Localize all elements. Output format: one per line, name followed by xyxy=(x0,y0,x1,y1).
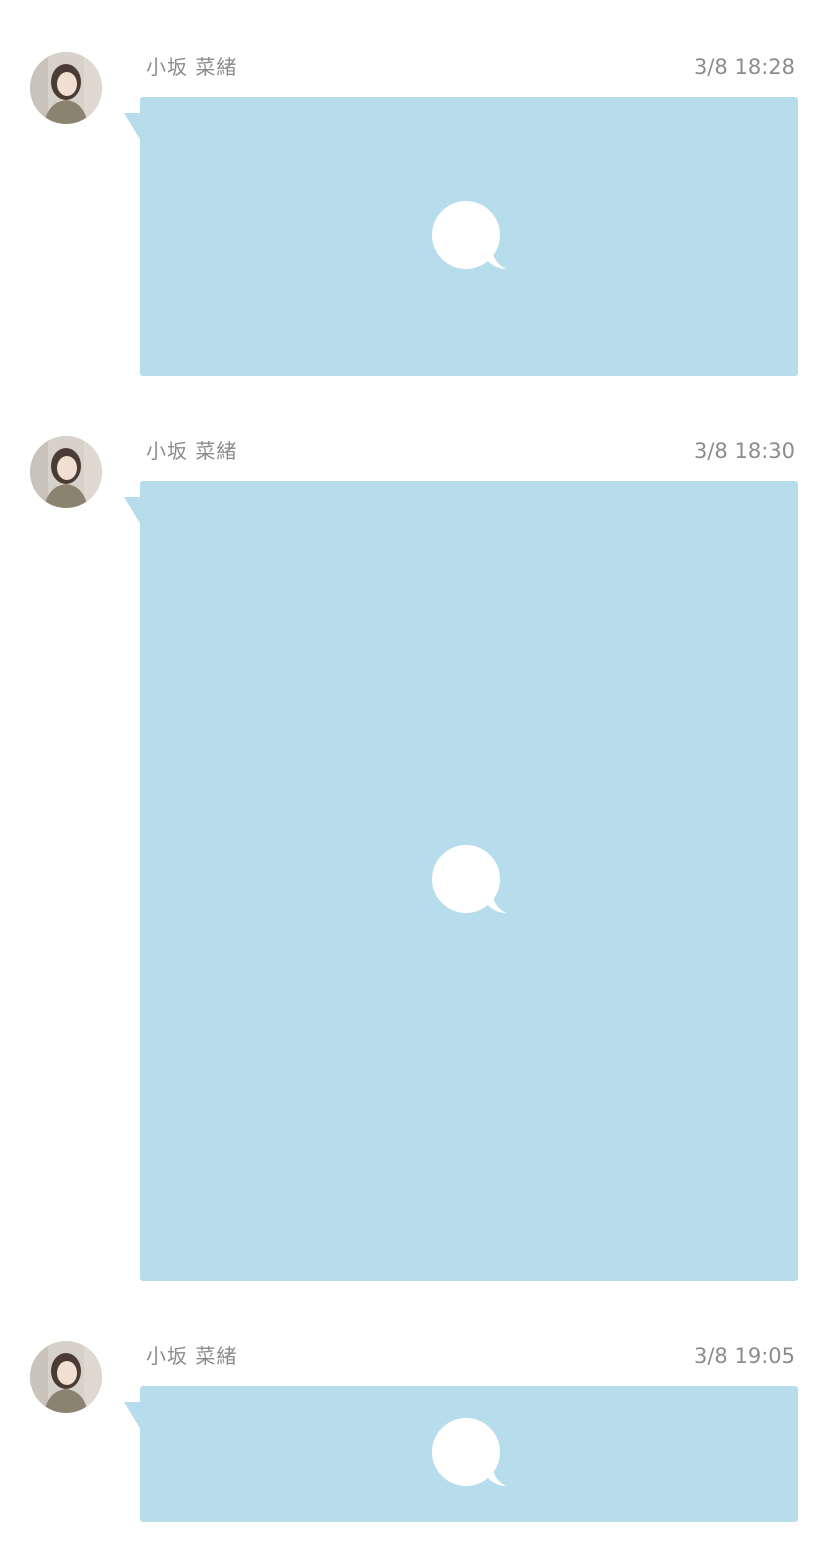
chat-bubble-icon xyxy=(432,200,506,269)
message-timestamp: 3/8 18:30 xyxy=(694,439,795,463)
bubble-tail xyxy=(124,113,141,141)
chat-bubble-icon xyxy=(432,845,506,913)
message-bubble[interactable] xyxy=(140,481,798,1281)
message-bubble[interactable] xyxy=(140,1386,798,1522)
sender-name: 小坂 菜緒 xyxy=(146,1344,238,1368)
sender-name: 小坂 菜緒 xyxy=(146,439,238,463)
message-timestamp: 3/8 19:05 xyxy=(694,1344,795,1368)
avatar[interactable] xyxy=(30,52,102,124)
message-bubble[interactable] xyxy=(140,97,798,376)
chat-bubble-icon xyxy=(432,1418,506,1486)
sender-name: 小坂 菜緒 xyxy=(146,55,238,79)
bubble-tail xyxy=(124,1402,141,1430)
avatar[interactable] xyxy=(30,1341,102,1413)
bubble-tail xyxy=(124,497,141,525)
avatar[interactable] xyxy=(30,436,102,508)
message-timestamp: 3/8 18:28 xyxy=(694,55,795,79)
